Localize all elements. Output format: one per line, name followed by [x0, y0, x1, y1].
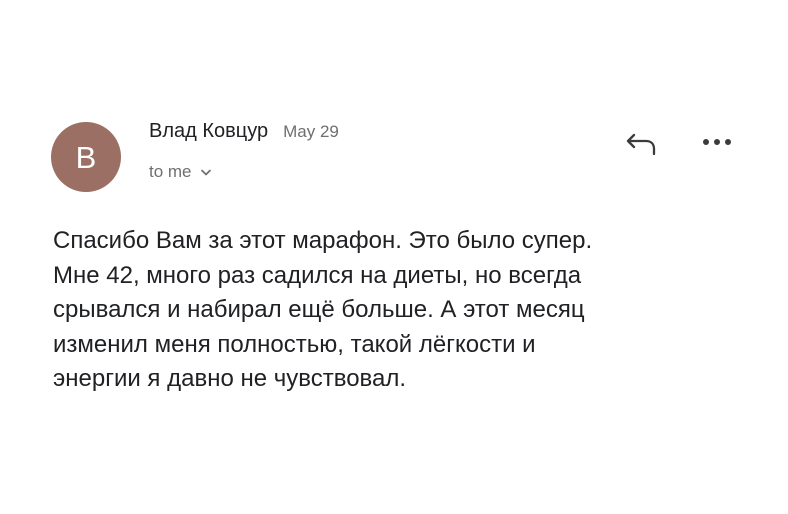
message-line: энергии я давно не чувствовал.	[53, 365, 407, 392]
reply-icon	[626, 133, 656, 156]
message-line: срывался и набирал ещё больше. А этот ме…	[53, 296, 585, 323]
sent-date: May 29	[283, 122, 339, 141]
email-message: В Влад Ковцур May 29 to me Спасибо Вам з…	[0, 0, 788, 514]
sender-header: Влад Ковцур May 29	[149, 120, 339, 143]
sender-avatar[interactable]: В	[51, 122, 121, 192]
recipient-toggle[interactable]: to me	[149, 162, 211, 182]
reply-button[interactable]	[621, 128, 661, 160]
more-options-button[interactable]	[700, 128, 734, 156]
message-line: Мне 42, много раз садился на диеты, но в…	[53, 261, 582, 289]
more-horizontal-icon	[703, 139, 731, 145]
message-line: Спасибо Вам за этот марафон. Это было су…	[53, 227, 593, 254]
avatar-letter: В	[75, 139, 97, 175]
message-line: изменил меня полностью, такой лёгкости и	[53, 330, 536, 358]
sender-name[interactable]: Влад Ковцур	[149, 120, 268, 143]
message-body: Спасибо Вам за этот марафон. Это было су…	[53, 224, 753, 397]
recipient-label: to me	[149, 162, 192, 181]
chevron-down-icon	[200, 169, 211, 175]
